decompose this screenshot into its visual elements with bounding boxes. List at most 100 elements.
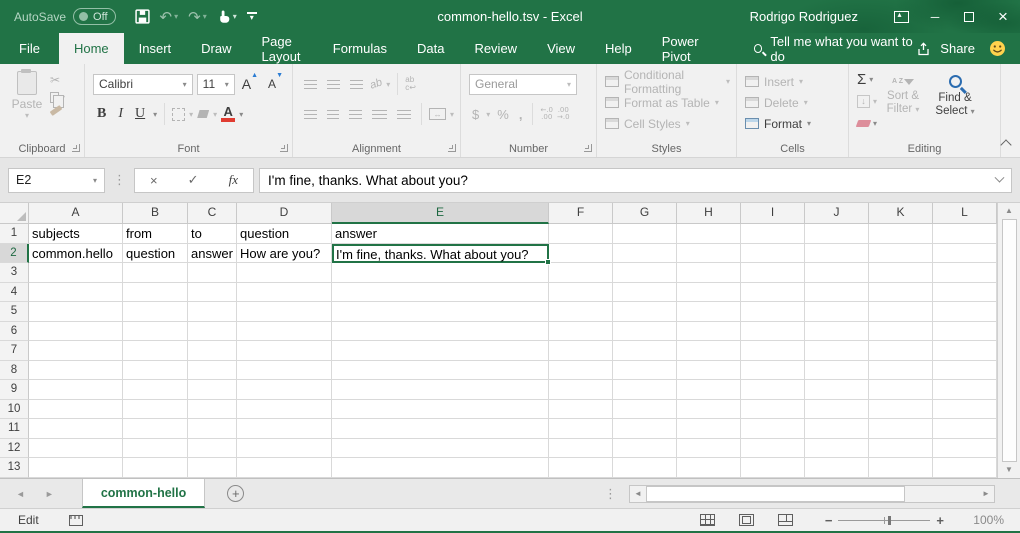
scroll-left-icon[interactable]: ◄ [630, 489, 646, 498]
cell-H1[interactable] [677, 224, 741, 244]
cell-J4[interactable] [805, 283, 869, 303]
cell-I6[interactable] [741, 322, 805, 342]
cell-E7[interactable] [332, 341, 549, 361]
column-header-A[interactable]: A [29, 203, 123, 224]
cell-H6[interactable] [677, 322, 741, 342]
next-sheet-icon[interactable]: ► [45, 489, 54, 499]
cell-E3[interactable] [332, 263, 549, 283]
align-left-icon[interactable] [304, 110, 317, 119]
cell-L3[interactable] [933, 263, 997, 283]
decrease-indent-icon[interactable] [372, 110, 387, 119]
align-top-icon[interactable] [304, 80, 317, 89]
cell-E13[interactable] [332, 458, 549, 478]
insert-cells-button[interactable]: Insert▾ [745, 71, 842, 92]
cell-I2[interactable] [741, 244, 805, 264]
row-header-5[interactable]: 5 [0, 302, 29, 322]
cell-C7[interactable] [188, 341, 237, 361]
fill-color-button[interactable] [197, 110, 209, 118]
cell-G13[interactable] [613, 458, 677, 478]
cut-button[interactable]: ✂ [50, 73, 65, 87]
row-header-3[interactable]: 3 [0, 263, 29, 283]
cell-A11[interactable] [29, 419, 123, 439]
cell-F5[interactable] [549, 302, 613, 322]
cell-A8[interactable] [29, 361, 123, 381]
column-header-C[interactable]: C [188, 203, 237, 224]
cell-D8[interactable] [237, 361, 332, 381]
cell-C1[interactable]: to [188, 224, 237, 244]
cell-L7[interactable] [933, 341, 997, 361]
cell-B6[interactable] [123, 322, 188, 342]
vertical-scroll-thumb[interactable] [1002, 219, 1017, 462]
align-bottom-icon[interactable] [350, 80, 363, 89]
cell-A10[interactable] [29, 400, 123, 420]
cell-G7[interactable] [613, 341, 677, 361]
cell-K13[interactable] [869, 458, 933, 478]
cell-H4[interactable] [677, 283, 741, 303]
cell-J13[interactable] [805, 458, 869, 478]
autosave-toggle[interactable]: AutoSave Off [14, 8, 116, 25]
font-name-select[interactable]: Calibri▾ [93, 74, 193, 95]
zoom-out-button[interactable]: − [819, 513, 839, 528]
feedback-button[interactable] [989, 33, 1006, 64]
cell-H3[interactable] [677, 263, 741, 283]
cell-H9[interactable] [677, 380, 741, 400]
borders-button[interactable] [172, 108, 185, 121]
cell-G1[interactable] [613, 224, 677, 244]
row-header-6[interactable]: 6 [0, 322, 29, 342]
italic-button[interactable]: I [114, 106, 127, 122]
cell-A12[interactable] [29, 439, 123, 459]
normal-view-button[interactable] [700, 514, 715, 526]
redo-dropdown-icon[interactable]: ▾ [203, 12, 207, 21]
cell-C6[interactable] [188, 322, 237, 342]
decrease-decimal-button[interactable]: .00→.0 [557, 107, 570, 121]
cell-C11[interactable] [188, 419, 237, 439]
cell-H5[interactable] [677, 302, 741, 322]
expand-formula-bar-icon[interactable] [995, 172, 1005, 182]
font-color-dropdown-icon[interactable]: ▾ [239, 110, 243, 119]
cell-B13[interactable] [123, 458, 188, 478]
cell-E5[interactable] [332, 302, 549, 322]
column-header-G[interactable]: G [613, 203, 677, 224]
column-header-J[interactable]: J [805, 203, 869, 224]
row-header-4[interactable]: 4 [0, 283, 29, 303]
cell-G2[interactable] [613, 244, 677, 264]
column-header-F[interactable]: F [549, 203, 613, 224]
cell-A1[interactable]: subjects [29, 224, 123, 244]
row-header-7[interactable]: 7 [0, 341, 29, 361]
row-header-11[interactable]: 11 [0, 419, 29, 439]
row-header-2[interactable]: 2 [0, 244, 29, 264]
cell-D2[interactable]: How are you? [237, 244, 332, 264]
cell-E2[interactable]: I'm fine, thanks. What about you? [332, 244, 549, 264]
cell-D7[interactable] [237, 341, 332, 361]
cell-L13[interactable] [933, 458, 997, 478]
merge-dropdown-icon[interactable]: ▾ [450, 110, 454, 119]
cell-B10[interactable] [123, 400, 188, 420]
cell-C9[interactable] [188, 380, 237, 400]
cell-B3[interactable] [123, 263, 188, 283]
cell-F8[interactable] [549, 361, 613, 381]
tab-draw[interactable]: Draw [186, 33, 246, 64]
cell-I13[interactable] [741, 458, 805, 478]
cell-F10[interactable] [549, 400, 613, 420]
merge-center-button[interactable]: ↔ [429, 108, 446, 120]
bold-button[interactable]: B [93, 106, 110, 122]
align-center-icon[interactable] [327, 110, 340, 119]
cell-K4[interactable] [869, 283, 933, 303]
cell-F9[interactable] [549, 380, 613, 400]
cell-B8[interactable] [123, 361, 188, 381]
cell-J1[interactable] [805, 224, 869, 244]
format-cells-button[interactable]: Format▾ [745, 113, 842, 134]
autosum-button[interactable]: Σ▾ [857, 70, 877, 89]
cell-C5[interactable] [188, 302, 237, 322]
find-select-button[interactable]: Find & Select ▾ [929, 71, 981, 140]
save-button[interactable] [132, 7, 153, 26]
cell-I1[interactable] [741, 224, 805, 244]
cell-C10[interactable] [188, 400, 237, 420]
cell-B12[interactable] [123, 439, 188, 459]
orientation-icon[interactable]: ab [368, 76, 384, 91]
borders-dropdown-icon[interactable]: ▾ [189, 110, 193, 119]
tab-power-pivot[interactable]: Power Pivot [647, 33, 716, 64]
cell-D1[interactable]: question [237, 224, 332, 244]
column-header-E[interactable]: E [332, 203, 549, 224]
cell-E1[interactable]: answer [332, 224, 549, 244]
